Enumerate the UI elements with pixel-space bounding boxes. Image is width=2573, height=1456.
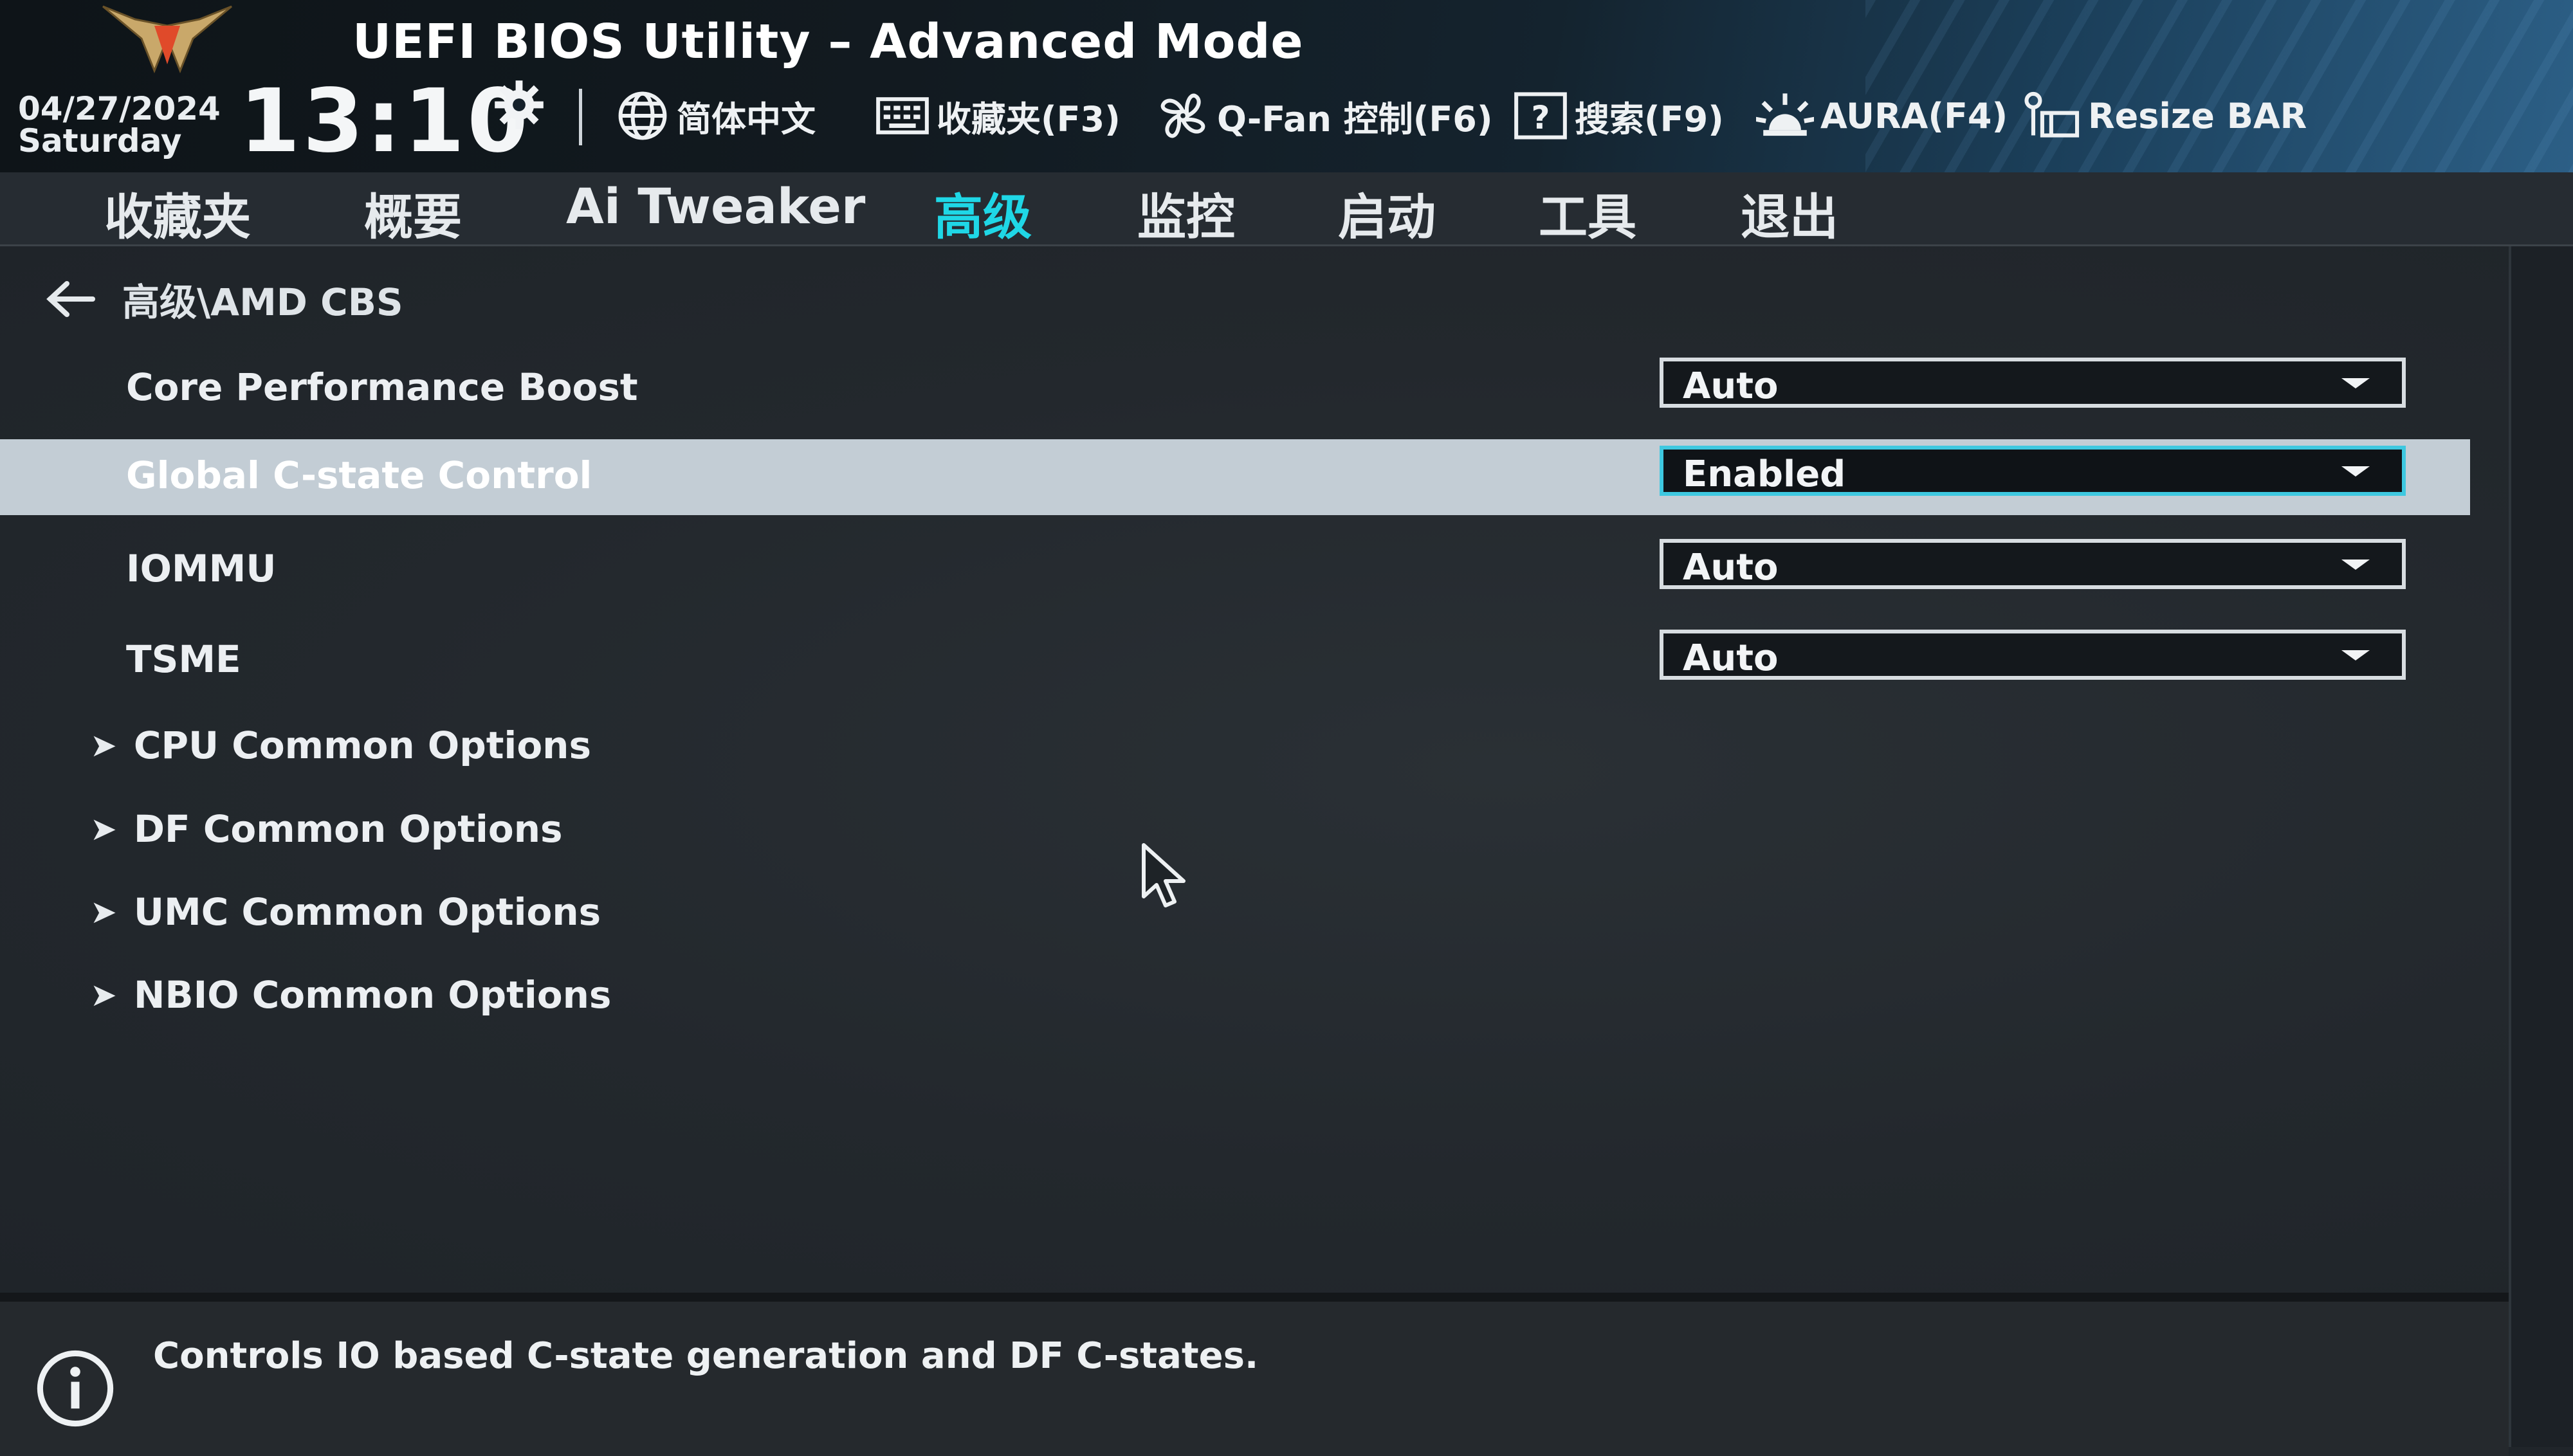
weekday-display: Saturday bbox=[18, 122, 182, 159]
globe-icon bbox=[618, 91, 667, 140]
global-c-state-control-dropdown[interactable]: Enabled bbox=[1660, 446, 2406, 496]
setting-row-global-c-state-control[interactable]: Global C-state Control Enabled bbox=[0, 439, 2470, 515]
aura-label: AURA(F4) bbox=[1820, 95, 2008, 136]
info-icon bbox=[37, 1350, 114, 1427]
submenu-cpu-common-options[interactable]: ➤ CPU Common Options bbox=[90, 713, 591, 778]
tab-favorites[interactable]: 收藏夹 bbox=[104, 177, 251, 248]
back-arrow-icon[interactable] bbox=[45, 280, 96, 318]
svg-text:?: ? bbox=[1532, 99, 1550, 136]
header-decoration bbox=[1865, 0, 2573, 172]
tuf-logo-icon bbox=[102, 5, 232, 74]
search-button[interactable]: ? 搜索(F9) bbox=[1513, 90, 1724, 141]
dropdown-value: Auto bbox=[1683, 637, 1779, 679]
tsme-dropdown[interactable]: Auto bbox=[1660, 630, 2406, 680]
tab-boot[interactable]: 启动 bbox=[1338, 177, 1436, 248]
tab-main[interactable]: 概要 bbox=[364, 177, 462, 248]
mouse-cursor-icon bbox=[1142, 843, 1186, 907]
breadcrumb[interactable]: 高级\AMD CBS bbox=[45, 272, 403, 326]
submenu-label: CPU Common Options bbox=[133, 723, 591, 767]
dropdown-value: Auto bbox=[1683, 547, 1779, 588]
chevron-right-icon: ➤ bbox=[90, 810, 117, 848]
help-description: Controls IO based C-state generation and… bbox=[153, 1335, 1259, 1377]
setting-row-core-performance-boost[interactable]: Core Performance Boost Auto bbox=[0, 351, 2470, 427]
favorites-button[interactable]: 收藏夹(F3) bbox=[875, 90, 1121, 141]
app-title: UEFI BIOS Utility – Advanced Mode bbox=[353, 14, 1304, 69]
fan-icon bbox=[1160, 93, 1205, 138]
divider bbox=[579, 89, 582, 145]
chevron-right-icon: ➤ bbox=[90, 727, 117, 764]
keyboard-icon bbox=[876, 97, 929, 134]
submenu-umc-common-options[interactable]: ➤ UMC Common Options bbox=[90, 880, 601, 944]
resize-bar-button[interactable]: Resize BAR bbox=[2020, 90, 2307, 141]
main-tab-bar: 收藏夹 概要 Ai Tweaker 高级 监控 启动 工具 退出 bbox=[0, 172, 2573, 255]
iommu-dropdown[interactable]: Auto bbox=[1660, 539, 2406, 589]
qfan-label: Q-Fan 控制(F6) bbox=[1217, 98, 1493, 140]
setting-row-tsme[interactable]: TSME Auto bbox=[0, 623, 2470, 699]
chevron-right-icon: ➤ bbox=[90, 976, 117, 1014]
tab-exit[interactable]: 退出 bbox=[1741, 177, 1838, 248]
dropdown-value: Auto bbox=[1683, 365, 1779, 407]
setting-row-iommu[interactable]: IOMMU Auto bbox=[0, 532, 2470, 608]
submenu-label: UMC Common Options bbox=[133, 890, 601, 934]
setting-label: Core Performance Boost bbox=[126, 365, 638, 409]
clock-display: 13:10 bbox=[239, 71, 531, 172]
help-bar: Controls IO based C-state generation and… bbox=[0, 1293, 2509, 1456]
language-button[interactable]: 简体中文 bbox=[615, 90, 816, 141]
aura-button[interactable]: AURA(F4) bbox=[1756, 90, 2008, 141]
tab-ai-tweaker[interactable]: Ai Tweaker bbox=[566, 177, 865, 235]
submenu-df-common-options[interactable]: ➤ DF Common Options bbox=[90, 797, 563, 861]
resize-bar-icon bbox=[2024, 91, 2080, 138]
help-icon: ? bbox=[1514, 92, 1567, 140]
resize-bar-label: Resize BAR bbox=[2088, 95, 2307, 136]
chevron-right-icon: ➤ bbox=[90, 893, 117, 931]
submenu-label: NBIO Common Options bbox=[133, 973, 612, 1017]
side-panel-edge bbox=[2509, 246, 2573, 1447]
tab-advanced[interactable]: 高级 bbox=[934, 177, 1032, 255]
tab-tool[interactable]: 工具 bbox=[1539, 177, 1636, 248]
language-label: 简体中文 bbox=[677, 98, 816, 140]
aura-icon bbox=[1756, 93, 1814, 136]
dropdown-arrow-icon bbox=[2341, 560, 2370, 570]
qfan-button[interactable]: Q-Fan 控制(F6) bbox=[1155, 90, 1493, 141]
setting-label: Global C-state Control bbox=[126, 453, 592, 497]
breadcrumb-path: 高级\AMD CBS bbox=[122, 280, 403, 324]
search-label: 搜索(F9) bbox=[1575, 98, 1724, 140]
setting-label: TSME bbox=[126, 637, 241, 681]
submenu-label: DF Common Options bbox=[133, 807, 563, 851]
dropdown-arrow-icon bbox=[2341, 378, 2370, 388]
gear-icon[interactable] bbox=[490, 76, 548, 134]
dropdown-arrow-icon bbox=[2341, 466, 2370, 477]
dropdown-value: Enabled bbox=[1683, 453, 1846, 495]
tab-monitor[interactable]: 监控 bbox=[1137, 177, 1235, 248]
header-bar: UEFI BIOS Utility – Advanced Mode 04/27/… bbox=[0, 0, 2573, 172]
dropdown-arrow-icon bbox=[2341, 650, 2370, 660]
setting-label: IOMMU bbox=[126, 547, 277, 590]
core-performance-boost-dropdown[interactable]: Auto bbox=[1660, 358, 2406, 408]
submenu-nbio-common-options[interactable]: ➤ NBIO Common Options bbox=[90, 963, 611, 1027]
favorites-label: 收藏夹(F3) bbox=[937, 98, 1121, 140]
settings-panel: 高级\AMD CBS Core Performance Boost Auto G… bbox=[0, 246, 2509, 1293]
